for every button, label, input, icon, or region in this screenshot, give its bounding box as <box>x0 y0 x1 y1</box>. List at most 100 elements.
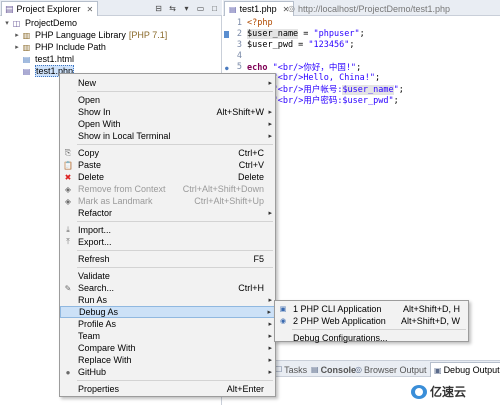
tab-console[interactable]: ▤ Console <box>311 362 356 377</box>
menu-item-mark-as-landmark[interactable]: ◈ Mark as Landmark Ctrl+Alt+Shift+Up <box>60 195 275 207</box>
menu-item-label: Copy <box>78 148 100 158</box>
tab-tasks[interactable]: ☐ Tasks <box>275 362 307 377</box>
close-icon[interactable]: ✕ <box>87 5 94 14</box>
menu-item-debug-as[interactable]: Debug As ▸ <box>60 306 275 318</box>
menu-item-show-in-local-terminal[interactable]: Show in Local Terminal ▸ <box>60 130 275 142</box>
menu-item-open-with[interactable]: Open With ▸ <box>60 118 275 130</box>
html-file-icon: ▤ <box>22 54 31 64</box>
tab-debug-output[interactable]: ▣ Debug Output <box>430 362 500 377</box>
menu-item-properties[interactable]: Properties Alt+Enter <box>60 383 275 395</box>
menu-item-team[interactable]: Team ▸ <box>60 330 275 342</box>
menu-item-copy[interactable]: ⎘ Copy Ctrl+C <box>60 147 275 159</box>
chevron-right-icon: ▸ <box>267 309 271 316</box>
current-line-marker <box>224 30 229 38</box>
code-semi: ; <box>398 84 404 95</box>
submenu-item-1-php-cli-application[interactable]: ▣ 1 PHP CLI Application Alt+Shift+D, H <box>275 303 468 315</box>
menu-item-export[interactable]: ⤒ Export... <box>60 236 275 248</box>
php-cli-icon: ▣ <box>279 306 287 313</box>
menu-item-label: Delete <box>78 172 105 182</box>
tab-label: Browser Output <box>363 364 427 375</box>
chevron-right-icon: ▸ <box>268 121 272 128</box>
menu-item-show-in[interactable]: Show In Alt+Shift+W ▸ <box>60 106 275 118</box>
tree-item-label-wrap: ProjectDemo <box>25 18 77 28</box>
code-var-user-name: $user_name <box>247 28 299 39</box>
delete-icon: ✖ <box>64 172 72 182</box>
menu-item-profile-as[interactable]: Profile As ▸ <box>60 318 275 330</box>
menu-item-validate[interactable]: Validate <box>60 270 275 282</box>
menu-item-shortcut: Ctrl+V <box>238 160 264 170</box>
menu-separator <box>77 221 273 222</box>
menu-separator <box>77 380 273 381</box>
tab-browser-url[interactable]: ◎ http://localhost/ProjectDemo/test1.php <box>284 1 454 16</box>
editor-tab-label: test1.php <box>239 4 277 14</box>
menu-item-import[interactable]: ⤓ Import... <box>60 224 275 236</box>
debug-as-submenu: ▣ 1 PHP CLI Application Alt+Shift+D, H ◉ 2 P… <box>274 300 469 344</box>
menu-item-label: Remove from Context <box>78 184 166 194</box>
line-number: 3 <box>236 39 242 50</box>
tree-item-php-language-library[interactable]: ▸ ▥ PHP Language Library [PHP 7.1] <box>0 29 222 41</box>
browser-tab-icon: ◎ <box>288 4 295 13</box>
chevron-down-icon[interactable]: ▾ <box>3 19 11 27</box>
submenu-item-debug-configurations[interactable]: Debug Configurations... <box>275 332 468 344</box>
chevron-right-icon: ▸ <box>268 333 272 340</box>
menu-item-open[interactable]: Open <box>60 94 275 106</box>
tree-item-decoration: [PHP 7.1] <box>128 30 168 40</box>
tab-browser-output[interactable]: ◎ Browser Output <box>355 362 427 377</box>
landmark-icon: ◈ <box>64 196 72 206</box>
menu-item-shortcut: Alt+Shift+W <box>216 107 264 117</box>
menu-item-replace-with[interactable]: Replace With ▸ <box>60 354 275 366</box>
code-semi: ; <box>356 62 362 73</box>
menu-item-refresh[interactable]: Refresh F5 <box>60 253 275 265</box>
menu-separator <box>77 91 273 92</box>
code-semi: ; <box>349 39 355 50</box>
tree-item-php-include-path[interactable]: ▸ ▥ PHP Include Path <box>0 41 222 53</box>
line-number: 4 <box>236 50 242 61</box>
maximize-icon[interactable]: □ <box>209 3 220 14</box>
menu-item-remove-from-context[interactable]: ◈ Remove from Context Ctrl+Alt+Shift+Down <box>60 183 275 195</box>
menu-item-shortcut: Ctrl+H <box>238 283 264 293</box>
menu-item-label: Show in Local Terminal <box>78 131 171 141</box>
link-with-editor-icon[interactable]: ⇆ <box>167 3 178 14</box>
code-echo-kw: echo <box>247 62 268 73</box>
menu-item-label: Mark as Landmark <box>78 196 153 206</box>
menu-item-label: Run As <box>78 295 108 305</box>
menu-item-label: Refactor <box>78 208 113 218</box>
chevron-right-icon: ▸ <box>268 133 272 140</box>
collapse-all-icon[interactable]: ⊟ <box>153 3 164 14</box>
menu-item-run-as[interactable]: Run As ▸ <box>60 294 275 306</box>
menu-item-shortcut: Ctrl+Alt+Shift+Down <box>182 184 264 194</box>
tab-project-explorer[interactable]: ▤ Project Explorer ✕ <box>1 1 99 16</box>
chevron-right-icon: ▸ <box>268 210 272 217</box>
tab-label: Console <box>320 364 357 375</box>
chevron-right-icon[interactable]: ▸ <box>13 43 21 51</box>
menu-item-compare-with[interactable]: Compare With ▸ <box>60 342 275 354</box>
view-menu-icon[interactable]: ▾ <box>181 3 192 14</box>
menu-item-shortcut: F5 <box>253 254 264 264</box>
menu-item-shortcut: Ctrl+Alt+Shift+Up <box>194 196 264 206</box>
code-str-l5: "<br/>你好，中国!" <box>272 62 357 73</box>
code-semi: ; <box>359 28 365 39</box>
code-str-pwd: "123456" <box>308 39 350 50</box>
chevron-right-icon: ▸ <box>268 321 272 328</box>
menu-item-label: Compare With <box>78 343 136 353</box>
menu-item-new[interactable]: New ▸ <box>60 77 275 89</box>
menu-item-search[interactable]: ✎ Search... Ctrl+H <box>60 282 275 294</box>
menu-item-label: New <box>78 78 97 88</box>
breakpoint-dot-icon[interactable]: ● <box>225 65 229 72</box>
menu-item-label: GitHub <box>78 367 107 377</box>
include-path-icon: ▥ <box>22 42 31 52</box>
debug-output-icon: ▣ <box>434 365 442 375</box>
tree-item-test1-html[interactable]: ▤ test1.html <box>0 53 222 65</box>
submenu-item-2-php-web-application[interactable]: ◉ 2 PHP Web Application Alt+Shift+D, W <box>275 315 468 327</box>
chevron-right-icon[interactable]: ▸ <box>13 31 21 39</box>
menu-item-shortcut: Ctrl+C <box>238 148 264 158</box>
menu-item-delete[interactable]: ✖ Delete Delete <box>60 171 275 183</box>
menu-item-shortcut: Delete <box>237 172 264 182</box>
menu-item-refactor[interactable]: Refactor ▸ <box>60 207 275 219</box>
tree-item-projectdemo[interactable]: ▾ ◫ ProjectDemo <box>0 17 222 29</box>
menu-item-github[interactable]: ● GitHub ▸ <box>60 366 275 378</box>
menu-item-paste[interactable]: 📋 Paste Ctrl+V <box>60 159 275 171</box>
console-icon: ▤ <box>311 365 319 374</box>
minimize-icon[interactable]: ▭ <box>195 3 206 14</box>
tree-item-label-wrap: test1.html <box>35 54 74 64</box>
